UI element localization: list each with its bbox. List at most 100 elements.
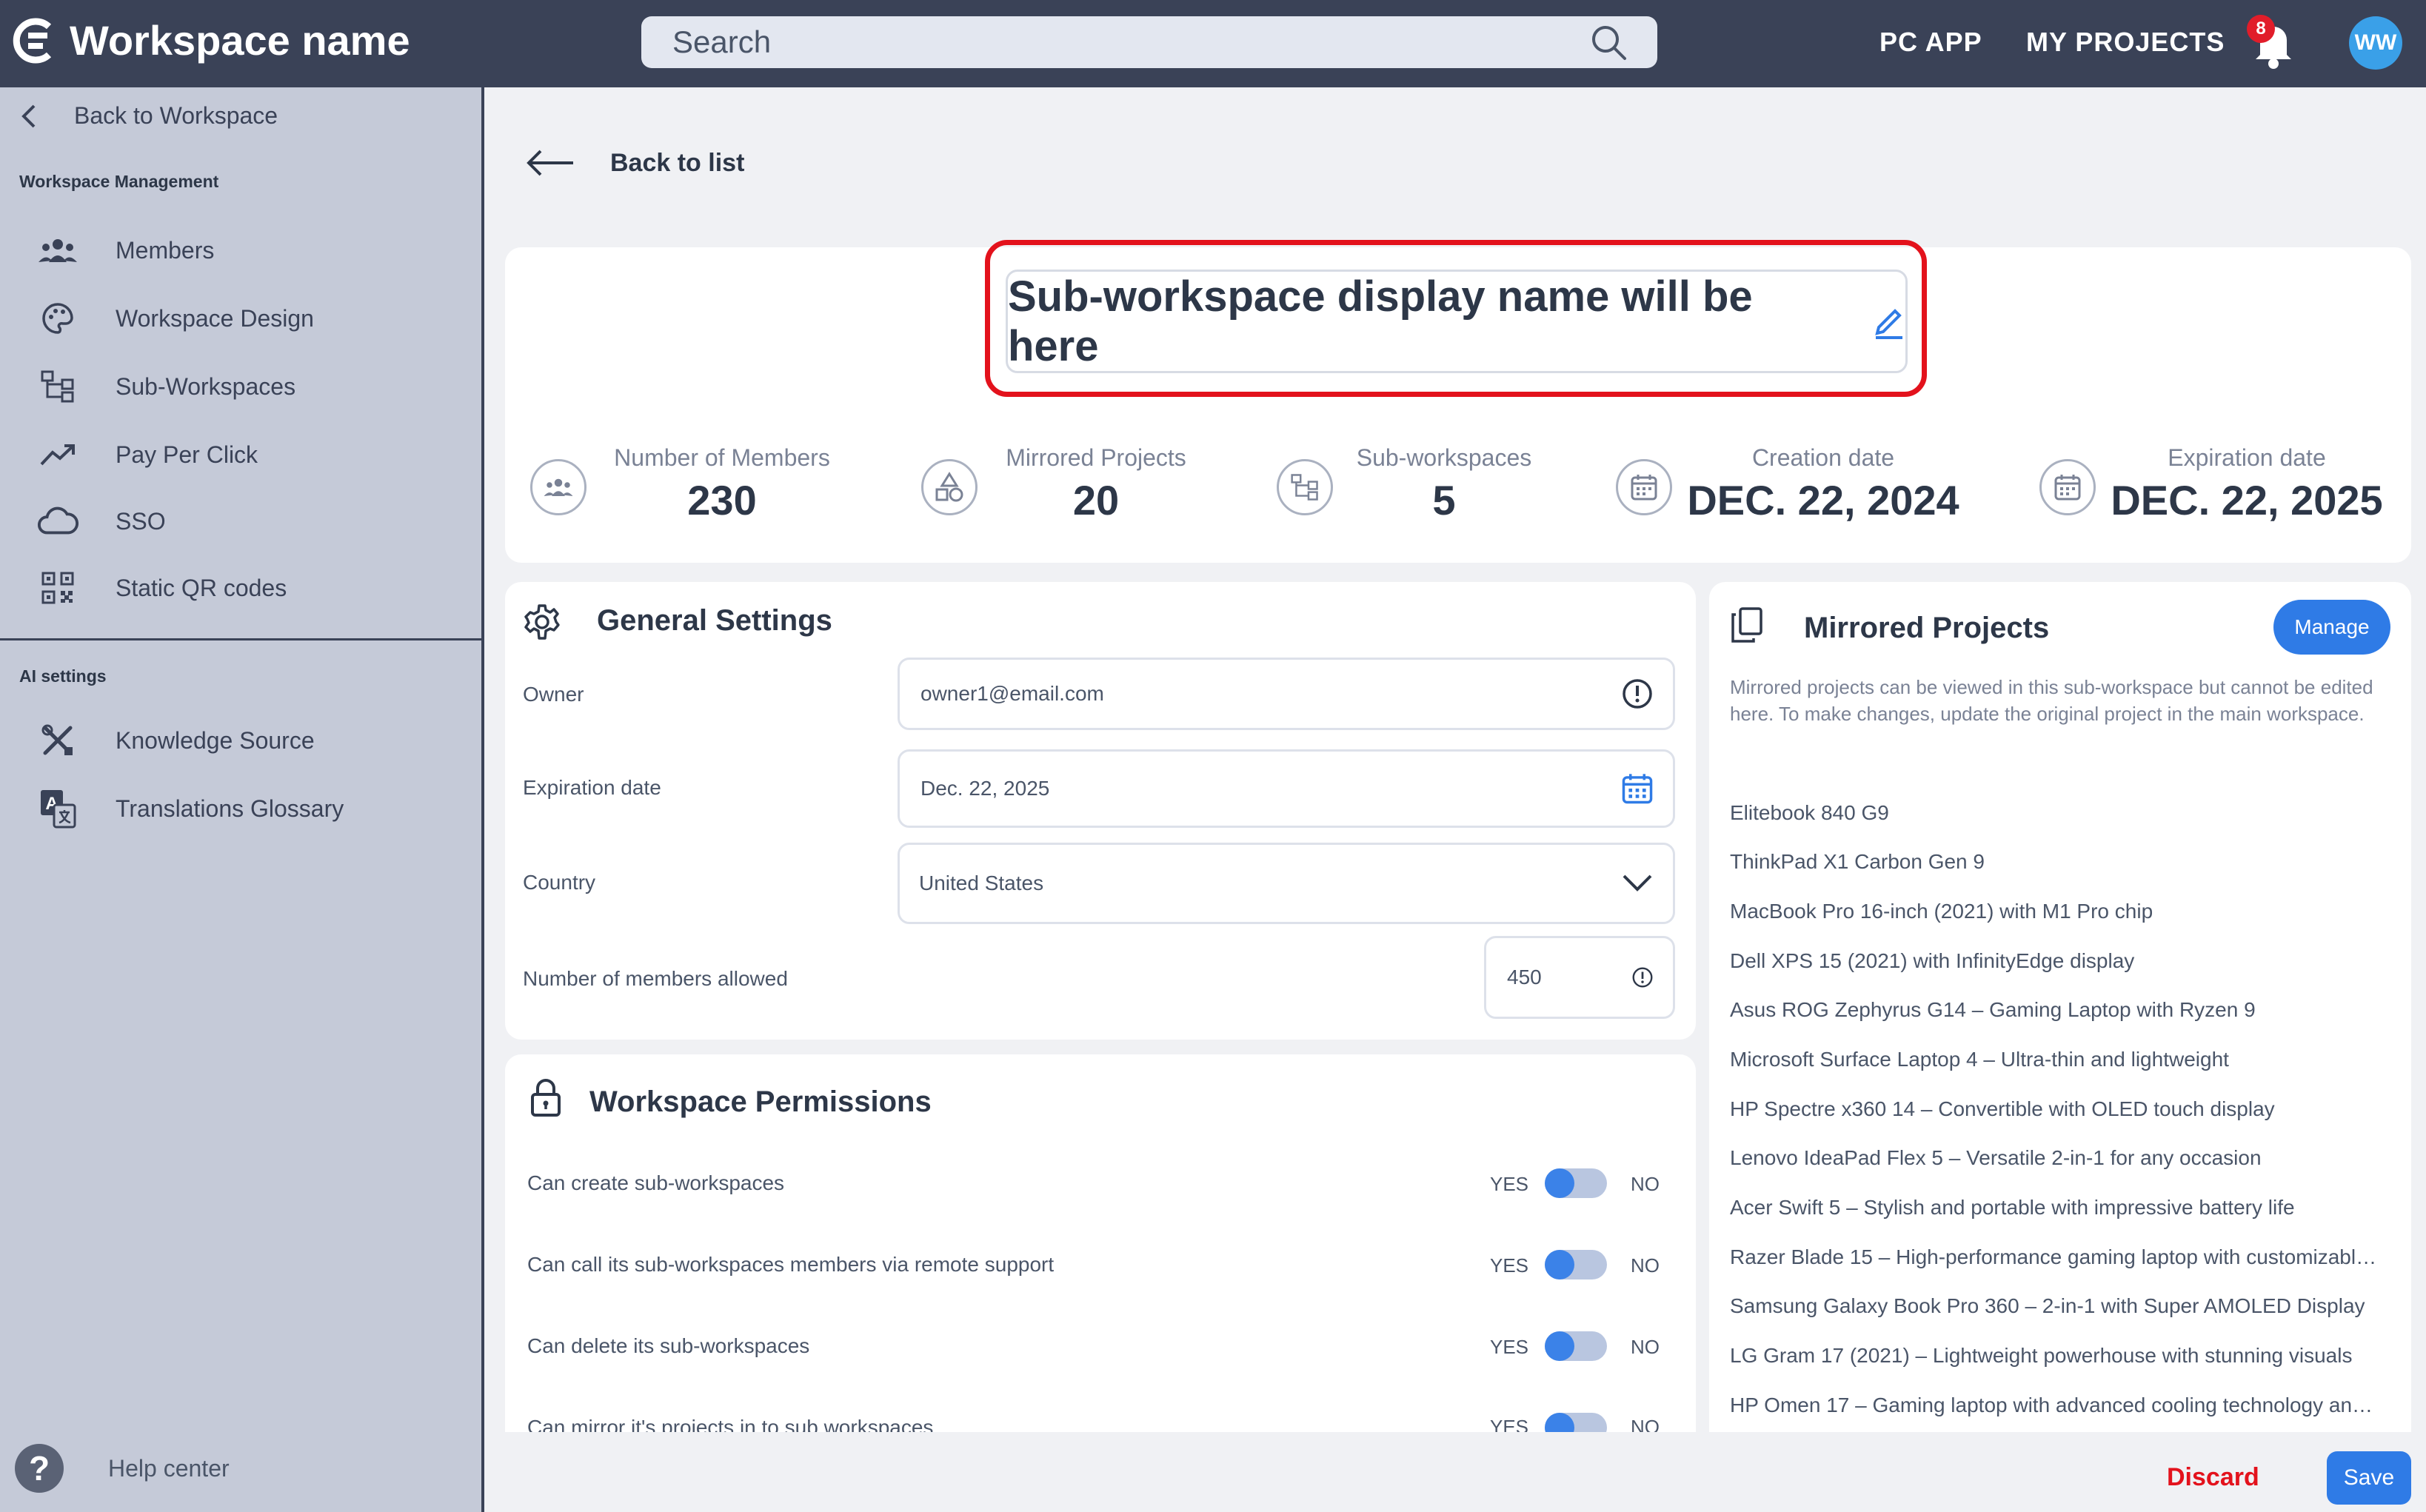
chevron-down-icon[interactable]	[1621, 873, 1654, 894]
sidebar-item-knowledge-source[interactable]: Knowledge Source	[37, 718, 315, 763]
list-item[interactable]: Asus ROG Zephyrus G14 – Gaming Laptop wi…	[1730, 998, 2382, 1022]
edit-pencil-icon[interactable]	[1873, 304, 1905, 339]
display-name-box[interactable]: Sub-workspace display name will be here	[1006, 270, 1908, 373]
search-input[interactable]	[671, 24, 1589, 61]
list-item[interactable]: Dell XPS 15 (2021) with InfinityEdge dis…	[1730, 949, 2382, 973]
chevron-left-icon	[19, 103, 37, 130]
search-icon[interactable]	[1589, 23, 1628, 61]
yes-label: YES	[1490, 1173, 1529, 1195]
help-icon: ?	[15, 1444, 64, 1493]
help-center-label: Help center	[108, 1454, 230, 1482]
permission-label: Can call its sub-workspaces members via …	[527, 1253, 1055, 1276]
toggle-knob	[1545, 1250, 1574, 1279]
stat-value: 230	[687, 477, 757, 523]
help-center-link[interactable]: ? Help center	[15, 1444, 230, 1493]
permission-label: Can mirror it's projects in to sub works…	[527, 1416, 934, 1432]
stat-value: 20	[1072, 477, 1120, 523]
save-button[interactable]: Save	[2327, 1451, 2411, 1505]
info-icon[interactable]	[1631, 966, 1654, 989]
toggle-knob	[1545, 1413, 1574, 1432]
list-item[interactable]: Microsoft Surface Laptop 4 – Ultra-thin …	[1730, 1048, 2382, 1071]
sidebar-item-members[interactable]: Members	[37, 228, 214, 272]
tools-icon	[37, 723, 78, 757]
expiration-date-input[interactable]	[919, 776, 1621, 801]
sidebar-item-label: Sub-Workspaces	[116, 372, 296, 400]
stat-creation-date: Creation date DEC. 22, 2024	[1675, 444, 1971, 524]
list-item[interactable]: ThinkPad X1 Carbon Gen 9	[1730, 850, 2382, 874]
sidebar-item-label: Workspace Design	[116, 304, 314, 332]
copy-icon	[1730, 606, 1764, 644]
sidebar-item-label: Static QR codes	[116, 574, 287, 601]
stat-value: 5	[1432, 477, 1456, 523]
sidebar: Back to Workspace Workspace Management M…	[0, 87, 484, 1512]
hierarchy-icon	[37, 369, 78, 404]
mirrored-projects-description: Mirrored projects can be viewed in this …	[1730, 676, 2373, 725]
owner-field[interactable]	[898, 658, 1675, 730]
stat-members: Number of Members 230	[592, 444, 852, 524]
manage-button[interactable]: Manage	[2273, 600, 2390, 655]
workspace-logo-icon	[12, 18, 55, 64]
list-item[interactable]: Elitebook 840 G9	[1730, 801, 2382, 825]
list-item[interactable]: HP Spectre x360 14 – Convertible with OL…	[1730, 1097, 2382, 1121]
list-item[interactable]: Samsung Galaxy Book Pro 360 – 2-in-1 wit…	[1730, 1294, 2382, 1318]
list-item[interactable]: HP Omen 17 – Gaming laptop with advanced…	[1730, 1394, 2382, 1417]
no-label: NO	[1631, 1336, 1660, 1358]
sidebar-item-label: Pay Per Click	[116, 441, 258, 468]
sidebar-item-sso[interactable]: SSO	[37, 499, 166, 543]
search-bar[interactable]	[641, 16, 1657, 68]
cloud-icon	[37, 506, 78, 536]
list-item[interactable]: Acer Swift 5 – Stylish and portable with…	[1730, 1196, 2382, 1220]
sidebar-item-workspace-design[interactable]: Workspace Design	[37, 296, 314, 341]
yes-label: YES	[1490, 1416, 1529, 1432]
back-to-list-link[interactable]: Back to list	[524, 148, 744, 178]
stat-mirrored-projects: Mirrored Projects 20	[985, 444, 1207, 524]
back-to-list-label: Back to list	[610, 148, 745, 177]
permission-toggle[interactable]	[1545, 1168, 1607, 1198]
gear-icon	[523, 603, 561, 641]
country-select[interactable]: United States	[898, 843, 1675, 924]
list-item[interactable]: MacBook Pro 16-inch (2021) with M1 Pro c…	[1730, 900, 2382, 923]
sidebar-item-static-qr-codes[interactable]: Static QR codes	[37, 566, 287, 610]
list-item[interactable]: Lenovo IdeaPad Flex 5 – Versatile 2-in-1…	[1730, 1146, 2382, 1170]
expiration-date-field[interactable]	[898, 749, 1675, 828]
permission-toggle[interactable]	[1545, 1250, 1607, 1279]
sidebar-item-label: SSO	[116, 507, 166, 535]
stat-label: Number of Members	[614, 444, 830, 471]
nav-pc-app[interactable]: PC APP	[1879, 27, 1982, 58]
brand[interactable]: Workspace name	[12, 16, 410, 64]
no-label: NO	[1631, 1416, 1660, 1432]
translate-icon: A	[37, 789, 78, 829]
owner-input[interactable]	[919, 681, 1621, 706]
section-ai-settings: AI settings	[19, 666, 107, 686]
stat-label: Sub-workspaces	[1356, 444, 1532, 471]
stat-label: Expiration date	[2168, 444, 2326, 471]
sidebar-item-translations-glossary[interactable]: A Translations Glossary	[37, 786, 344, 831]
members-allowed-input[interactable]	[1506, 965, 1631, 990]
back-to-workspace-label: Back to Workspace	[74, 102, 278, 129]
toggle-knob	[1545, 1168, 1574, 1198]
avatar[interactable]: WW	[2349, 16, 2402, 70]
palette-icon	[37, 302, 78, 335]
nav-my-projects[interactable]: MY PROJECTS	[2026, 27, 2225, 58]
members-allowed-field[interactable]	[1484, 936, 1675, 1019]
country-value: United States	[919, 872, 1044, 894]
permission-toggle[interactable]	[1545, 1331, 1607, 1361]
permission-toggle[interactable]	[1545, 1413, 1607, 1432]
list-item[interactable]: LG Gram 17 (2021) – Lightweight powerhou…	[1730, 1344, 2382, 1368]
workspace-name: Workspace name	[70, 17, 410, 64]
stat-value: DEC. 22, 2024	[1687, 477, 1959, 523]
sidebar-divider	[0, 638, 481, 640]
calendar-picker-icon[interactable]	[1621, 772, 1654, 805]
stat-label: Creation date	[1751, 444, 1895, 471]
back-to-workspace-link[interactable]: Back to Workspace	[19, 102, 278, 130]
no-label: NO	[1631, 1254, 1660, 1277]
sidebar-item-pay-per-click[interactable]: Pay Per Click	[37, 432, 258, 477]
expiration-label: Expiration date	[523, 776, 661, 799]
sidebar-item-label: Translations Glossary	[116, 795, 344, 822]
info-icon[interactable]	[1621, 678, 1654, 710]
members-icon	[37, 235, 78, 265]
discard-button[interactable]: Discard	[2167, 1463, 2259, 1492]
list-item[interactable]: Razer Blade 15 – High-performance gaming…	[1730, 1245, 2382, 1269]
sidebar-item-sub-workspaces[interactable]: Sub-Workspaces	[37, 364, 295, 409]
toggle-knob	[1545, 1331, 1574, 1361]
